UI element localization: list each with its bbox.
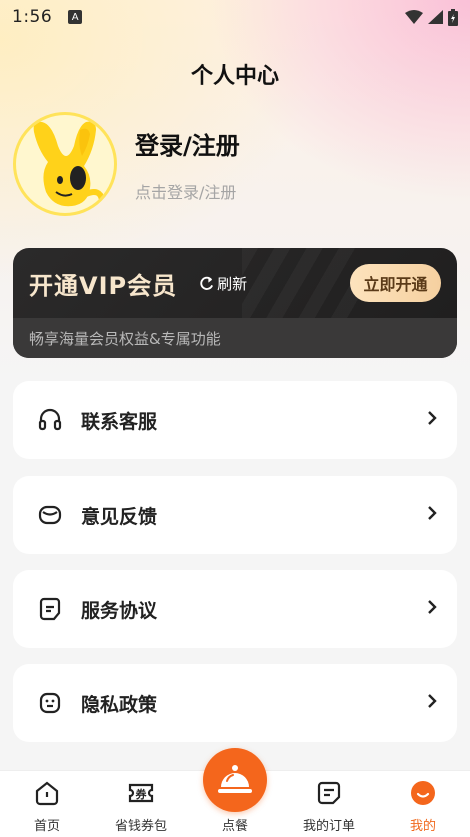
menu-label: 隐私政策 — [81, 693, 158, 716]
signal-icon — [428, 10, 443, 24]
home-icon — [35, 781, 59, 806]
status-bar: 1:56 A — [0, 0, 470, 34]
menu-label: 意见反馈 — [81, 505, 158, 528]
status-indicators — [405, 8, 458, 26]
coupon-icon-text: 券 — [135, 787, 148, 801]
menu-item-privacy-policy[interactable]: 隐私政策 — [13, 664, 457, 742]
order-food-button[interactable] — [203, 748, 267, 812]
vip-decoration — [242, 248, 362, 318]
login-subtitle[interactable]: 点击登录/注册 — [135, 179, 240, 203]
tab-label: 我的订单 — [302, 819, 355, 834]
vip-card[interactable]: 开通VIP会员 刷新 立即开通 畅享海量会员权益&专属功能 — [13, 248, 457, 358]
tab-mine[interactable]: 我的 — [383, 771, 463, 837]
vip-open-button[interactable]: 立即开通 — [350, 264, 441, 302]
menu-item-feedback[interactable]: 意见反馈 — [13, 476, 457, 554]
privacy-icon — [35, 688, 65, 718]
tab-my-orders[interactable]: 我的订单 — [289, 771, 369, 837]
profile-icon — [411, 781, 435, 805]
battery-icon — [448, 8, 458, 26]
chevron-right-icon — [428, 694, 437, 708]
status-time: 1:56 — [12, 7, 53, 27]
menu-item-service-agreement[interactable]: 服务协议 — [13, 570, 457, 648]
tab-label: 点餐 — [221, 819, 248, 834]
login-title[interactable]: 登录/注册 — [135, 126, 240, 161]
feedback-icon — [35, 500, 65, 530]
order-list-icon — [317, 781, 341, 805]
coupon-icon: 券 — [128, 783, 154, 803]
agreement-icon — [35, 594, 65, 624]
service-bell-icon — [218, 765, 252, 793]
vip-title: 开通VIP会员 — [29, 271, 178, 300]
tab-label: 我的 — [409, 819, 436, 834]
wifi-icon — [405, 10, 423, 24]
chevron-right-icon — [428, 411, 437, 425]
chevron-right-icon — [428, 506, 437, 520]
headset-icon — [35, 405, 65, 435]
tab-label: 首页 — [33, 819, 60, 834]
tab-label: 省钱券包 — [114, 819, 167, 834]
vip-subtitle: 畅享海量会员权益&专属功能 — [13, 318, 457, 358]
mascot-icon — [33, 121, 105, 207]
page-title: 个人中心 — [190, 64, 279, 89]
notification-icon: A — [68, 10, 83, 24]
chevron-right-icon — [428, 600, 437, 614]
tab-home[interactable]: 首页 — [7, 771, 87, 837]
vip-refresh-button[interactable]: 刷新 — [199, 273, 247, 294]
menu-item-contact-service[interactable]: 联系客服 — [13, 381, 457, 459]
avatar[interactable] — [13, 112, 117, 216]
tab-coupons[interactable]: 券 省钱券包 — [101, 771, 181, 837]
refresh-icon — [200, 276, 214, 290]
menu-label: 服务协议 — [81, 599, 158, 622]
menu-label: 联系客服 — [81, 410, 158, 433]
profile-login[interactable]: 登录/注册 点击登录/注册 — [13, 112, 240, 216]
